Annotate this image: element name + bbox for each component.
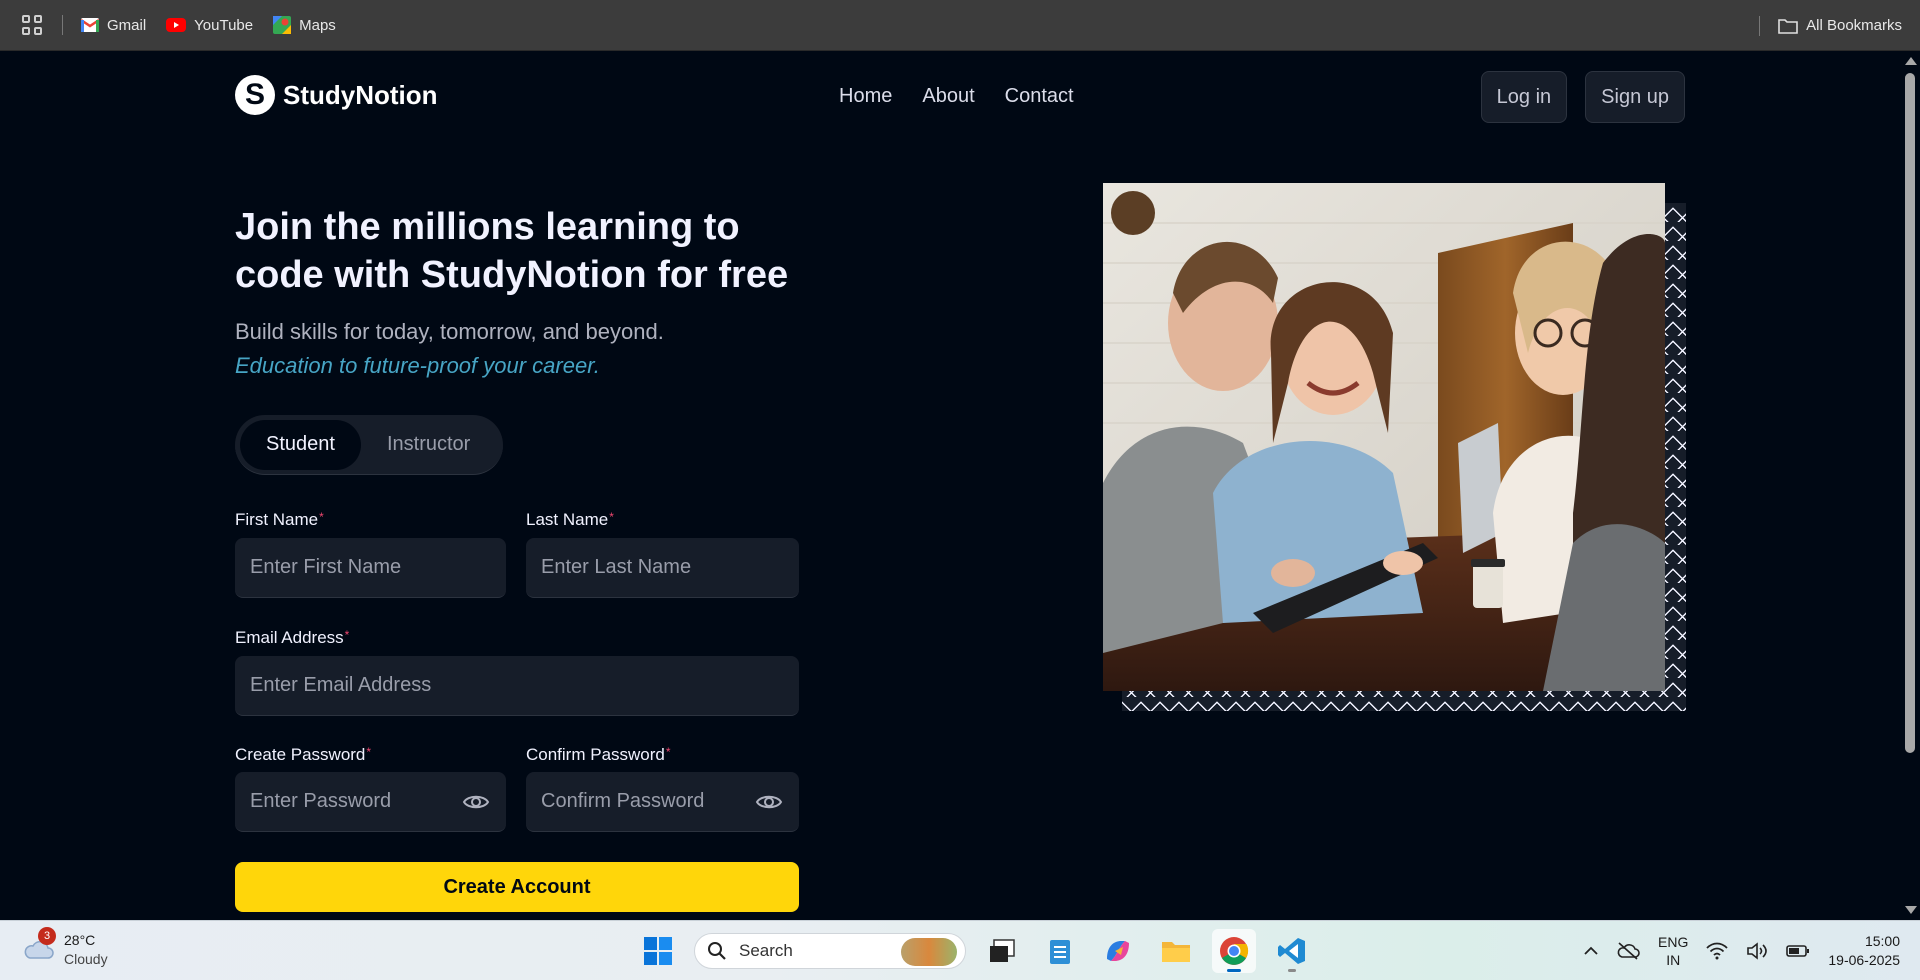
- youtube-icon: [166, 18, 187, 32]
- language-region: IN: [1666, 952, 1681, 968]
- role-option-instructor[interactable]: Instructor: [361, 420, 496, 470]
- bookmark-label: Gmail: [107, 16, 147, 34]
- all-bookmarks-button[interactable]: All Bookmarks: [1778, 17, 1902, 34]
- scroll-thumb[interactable]: [1905, 73, 1915, 753]
- windows-logo-icon: [644, 937, 672, 965]
- show-confirm-password-eye-icon[interactable]: [755, 792, 783, 812]
- vscode-app[interactable]: [1270, 929, 1314, 973]
- email-label-text: Email Address: [235, 628, 344, 647]
- first-name-label-text: First Name: [235, 510, 319, 529]
- system-tray: ENG IN 15:00 19-06-2025: [1584, 929, 1900, 973]
- clock[interactable]: 15:00 19-06-2025: [1828, 932, 1900, 970]
- vscode-icon: [1278, 938, 1305, 964]
- copilot-icon: [1107, 941, 1129, 961]
- wifi-icon[interactable]: [1706, 942, 1729, 960]
- email-label: Email Address*: [235, 628, 349, 648]
- bookmark-maps[interactable]: Maps: [273, 16, 336, 34]
- taskbar-search[interactable]: Search: [694, 933, 966, 969]
- password-label-text: Create Password: [235, 745, 366, 764]
- auth-buttons: Log in Sign up: [1480, 71, 1685, 123]
- brand-name: StudyNotion: [283, 79, 438, 110]
- folder-icon: [1162, 942, 1190, 962]
- top-navbar: S StudyNotion Home About Contact Log in …: [235, 51, 1685, 146]
- running-app-indicator: [1288, 969, 1296, 972]
- search-icon: [708, 942, 726, 960]
- role-toggle: Student Instructor: [235, 415, 503, 475]
- bookmarks-separator: [1759, 15, 1761, 36]
- task-view-button[interactable]: [980, 929, 1024, 973]
- students-photo-illustration: [1103, 183, 1665, 691]
- first-name-label: First Name*: [235, 510, 324, 530]
- notepad-icon: [1050, 940, 1070, 964]
- bookmarks-separator: [62, 15, 63, 35]
- cloud-offline-icon[interactable]: [1616, 942, 1640, 960]
- nav-link-home[interactable]: Home: [839, 85, 892, 108]
- confirm-password-label: Confirm Password*: [526, 745, 671, 765]
- gmail-icon: [81, 18, 99, 32]
- required-mark: *: [366, 745, 372, 759]
- role-option-student[interactable]: Student: [240, 419, 361, 470]
- chrome-icon: [1220, 937, 1249, 965]
- apps-grid-icon[interactable]: [22, 15, 42, 35]
- create-account-button[interactable]: Create Account: [235, 862, 799, 912]
- copilot-app[interactable]: [1096, 929, 1140, 973]
- bookmark-label: Maps: [299, 16, 336, 34]
- required-mark: *: [609, 510, 614, 524]
- start-button[interactable]: [636, 929, 680, 973]
- bookmarks-bar: Gmail YouTube Maps All Bookmarks: [0, 0, 1920, 51]
- first-name-input[interactable]: [235, 538, 506, 598]
- weather-temperature: 28°C: [64, 932, 96, 948]
- weather-description: Cloudy: [64, 951, 108, 967]
- chrome-app[interactable]: [1212, 929, 1256, 973]
- all-bookmarks-label: All Bookmarks: [1806, 17, 1902, 34]
- signup-button[interactable]: Sign up: [1585, 71, 1685, 123]
- page-scrollbar[interactable]: [1900, 51, 1920, 920]
- required-mark: *: [344, 628, 350, 642]
- hero-highlight: Education to future-proof your career.: [235, 353, 600, 378]
- hero-headline: Join the millions learning to code with …: [235, 206, 789, 296]
- bookmark-label: YouTube: [194, 16, 254, 34]
- maps-icon: [273, 16, 292, 34]
- last-name-label-text: Last Name: [526, 510, 609, 529]
- notepad-app[interactable]: [1038, 929, 1082, 973]
- search-placeholder: Search: [739, 941, 793, 960]
- weather-notification-badge: 3: [38, 927, 56, 945]
- nav-link-contact[interactable]: Contact: [1005, 85, 1074, 108]
- show-password-eye-icon[interactable]: [462, 792, 490, 812]
- battery-icon[interactable]: [1786, 944, 1810, 958]
- page-viewport: S StudyNotion Home About Contact Log in …: [0, 51, 1900, 920]
- bookmark-youtube[interactable]: YouTube: [166, 17, 253, 34]
- last-name-input[interactable]: [526, 538, 799, 598]
- active-app-indicator: [1227, 969, 1241, 972]
- volume-icon[interactable]: [1746, 942, 1768, 960]
- file-explorer-app[interactable]: [1154, 929, 1198, 973]
- confirm-password-label-text: Confirm Password: [526, 745, 665, 764]
- nav-links: Home About Contact: [839, 85, 1074, 108]
- hero-image: [1103, 183, 1665, 691]
- clock-time: 15:00: [1864, 933, 1900, 949]
- required-mark: *: [665, 745, 671, 759]
- brand-logo[interactable]: S StudyNotion: [235, 75, 438, 115]
- nav-link-about[interactable]: About: [922, 85, 974, 108]
- password-label: Create Password*: [235, 745, 371, 765]
- logo-mark-icon: S: [235, 75, 275, 115]
- last-name-label: Last Name*: [526, 510, 614, 530]
- chevron-up-icon[interactable]: [1584, 946, 1598, 956]
- task-view-icon: [990, 939, 1015, 962]
- login-button[interactable]: Log in: [1480, 71, 1568, 123]
- language-code: ENG: [1658, 934, 1689, 950]
- email-input[interactable]: [235, 656, 799, 716]
- hero-subtitle: Build skills for today, tomorrow, and be…: [235, 319, 664, 344]
- windows-taskbar: 3 28°C Cloudy Search ENG IN 15:00 19-06-…: [0, 920, 1920, 980]
- required-mark: *: [319, 510, 324, 524]
- scroll-down-arrow-icon[interactable]: [1905, 906, 1917, 914]
- weather-widget[interactable]: 3 28°C Cloudy: [22, 927, 108, 969]
- taskbar-apps: Search: [636, 929, 1314, 973]
- language-indicator[interactable]: ENG IN: [1658, 933, 1688, 969]
- bookmark-gmail[interactable]: Gmail: [81, 17, 146, 34]
- search-highlight-image: [901, 938, 957, 966]
- clock-date: 19-06-2025: [1828, 952, 1900, 968]
- scroll-up-arrow-icon[interactable]: [1905, 57, 1917, 65]
- folder-icon: [1778, 18, 1798, 34]
